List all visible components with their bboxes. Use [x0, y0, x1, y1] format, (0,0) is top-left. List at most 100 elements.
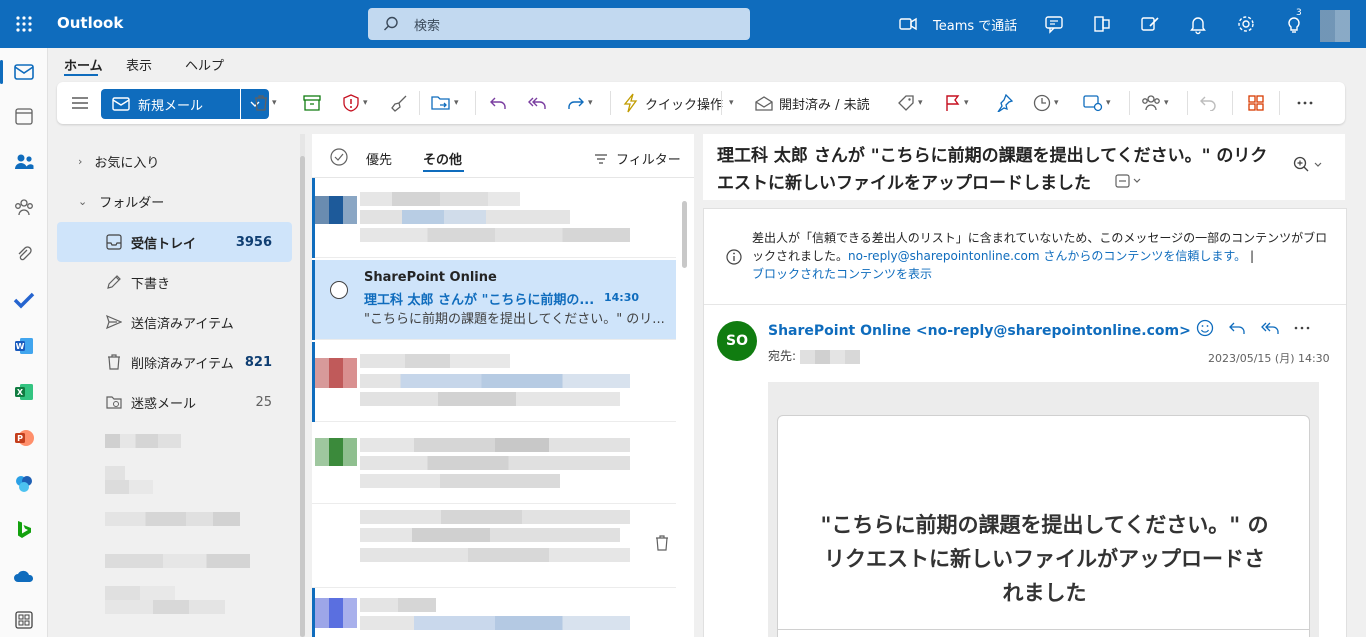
app-launcher-icon[interactable]: [10, 10, 38, 38]
tab-help[interactable]: ヘルプ: [185, 55, 224, 74]
search-box[interactable]: 検索: [368, 8, 750, 40]
more-apps-icon[interactable]: [12, 608, 36, 632]
pin-icon: [997, 94, 1013, 112]
archive-button[interactable]: [303, 91, 321, 115]
folder-item[interactable]: [105, 586, 175, 600]
feedback-icon[interactable]: [1042, 12, 1066, 36]
folder-item[interactable]: [105, 434, 181, 448]
folder-item[interactable]: [105, 512, 240, 526]
tab-focused[interactable]: 優先: [366, 149, 392, 168]
list-item[interactable]: [312, 588, 676, 637]
office-icon[interactable]: [1090, 12, 1114, 36]
bing-icon[interactable]: [12, 518, 36, 542]
select-radio[interactable]: [330, 281, 348, 299]
people-icon: [1142, 95, 1160, 111]
rules-button[interactable]: ▾: [1083, 91, 1111, 115]
reply-icon[interactable]: [1228, 319, 1246, 341]
folder-sent[interactable]: 送信済みアイテム: [57, 302, 292, 342]
folder-inbox[interactable]: 受信トレイ 3956: [57, 222, 292, 262]
powerpoint-icon[interactable]: P: [12, 426, 36, 450]
onedrive-icon[interactable]: [12, 564, 36, 588]
list-item-selected[interactable]: SharePoint Online 理工科 太郎 さんが "こちらに前期の...…: [312, 260, 676, 340]
more-options-icon[interactable]: [1294, 319, 1310, 341]
select-all-icon[interactable]: [330, 148, 348, 170]
video-icon[interactable]: [896, 12, 920, 36]
show-blocked-link[interactable]: ブロックされたコンテンツを表示: [752, 267, 932, 281]
hamburger-icon[interactable]: [71, 91, 89, 115]
compose-icon[interactable]: [1138, 12, 1162, 36]
folder-item[interactable]: [105, 600, 225, 614]
apps-button[interactable]: [1247, 91, 1265, 115]
undo-button[interactable]: [1199, 91, 1217, 115]
groups-icon[interactable]: [12, 196, 36, 220]
folder-pane: › お気に入り ⌄ フォルダー 受信トレイ 3956 下書き 送信済みアイテム …: [48, 134, 306, 637]
folder-item[interactable]: [105, 480, 153, 494]
summary-icon[interactable]: [1115, 170, 1143, 197]
tab-view[interactable]: 表示: [126, 55, 152, 74]
filter-button[interactable]: フィルター: [594, 149, 681, 168]
people-icon[interactable]: [12, 150, 36, 174]
broom-icon: [391, 95, 407, 112]
emoji-icon[interactable]: [1196, 319, 1214, 341]
groups-button[interactable]: ▾: [1141, 91, 1169, 115]
pin-button[interactable]: [995, 91, 1013, 115]
calendar-icon[interactable]: [12, 104, 36, 128]
search-input[interactable]: 検索: [414, 15, 440, 34]
list-item[interactable]: [312, 178, 676, 258]
folder-drafts[interactable]: 下書き: [57, 262, 292, 302]
sender-avatar[interactable]: SO: [717, 321, 757, 361]
trash-icon[interactable]: [654, 534, 670, 556]
tab-other[interactable]: その他: [423, 149, 462, 168]
folder-deleted[interactable]: 削除済みアイテム 821: [57, 342, 292, 382]
sweep-button[interactable]: [391, 91, 409, 115]
excel-icon[interactable]: X: [12, 380, 36, 404]
folder-item[interactable]: [105, 554, 250, 568]
mail-icon[interactable]: [12, 60, 36, 84]
trust-sender-link[interactable]: no-reply@sharepointonline.com さんからのコンテンツ…: [848, 249, 1246, 263]
reply-all-button[interactable]: [527, 91, 547, 115]
app-name[interactable]: Outlook: [57, 14, 123, 32]
apps-icon: [1248, 95, 1264, 111]
recipient-blurred[interactable]: [799, 349, 860, 364]
categorize-button[interactable]: ▾: [897, 91, 923, 115]
list-item[interactable]: [312, 342, 676, 422]
link-separator: |: [1249, 249, 1255, 263]
reply-all-icon[interactable]: [1260, 319, 1280, 341]
todo-icon[interactable]: [12, 288, 36, 312]
lightbulb-icon[interactable]: [1282, 12, 1306, 36]
delete-button[interactable]: ▾: [253, 91, 277, 115]
tab-home[interactable]: ホーム: [64, 55, 103, 74]
bell-icon[interactable]: [1186, 12, 1210, 36]
sender-name[interactable]: SharePoint Online <no-reply@sharepointon…: [768, 323, 1191, 339]
folders-header[interactable]: ⌄ フォルダー: [78, 192, 164, 211]
teams-call-button[interactable]: Teams で通話: [933, 15, 1017, 34]
report-button[interactable]: ▾: [342, 91, 368, 115]
viva-icon[interactable]: [12, 472, 36, 496]
read-unread-button[interactable]: 開封済み / 未読: [755, 91, 870, 115]
quick-steps-dropdown[interactable]: ▾: [721, 91, 734, 115]
folder-junk[interactable]: 迷惑メール 25: [57, 382, 292, 422]
zoom-button[interactable]: [1293, 156, 1325, 174]
snooze-button[interactable]: ▾: [1033, 91, 1059, 115]
flag-button[interactable]: ▾: [945, 91, 969, 115]
user-avatar[interactable]: [1320, 10, 1350, 42]
more-options-icon[interactable]: [1297, 91, 1313, 115]
move-button[interactable]: ▾: [431, 91, 459, 115]
message-sender: SharePoint Online: [364, 270, 497, 285]
gear-icon[interactable]: [1234, 12, 1258, 36]
folder-item[interactable]: [105, 466, 125, 480]
new-mail-button[interactable]: 新規メール: [101, 89, 240, 119]
folder-scrollbar[interactable]: [300, 156, 305, 637]
word-icon[interactable]: W: [12, 334, 36, 358]
message-list: 優先 その他 フィルター SharePoint Online 理工科 太郎 さん…: [312, 134, 694, 637]
reply-icon: [490, 97, 506, 109]
reply-button[interactable]: [489, 91, 507, 115]
attachment-icon[interactable]: [12, 242, 36, 266]
quick-steps-button[interactable]: クイック操作: [623, 91, 723, 115]
message-list-scrollbar[interactable]: [682, 201, 687, 268]
rail-active-indicator: [0, 60, 3, 84]
forward-button[interactable]: ▾: [567, 91, 593, 115]
list-item[interactable]: [312, 506, 676, 588]
favorites-header[interactable]: › お気に入り: [78, 152, 159, 171]
list-item[interactable]: [312, 424, 676, 504]
